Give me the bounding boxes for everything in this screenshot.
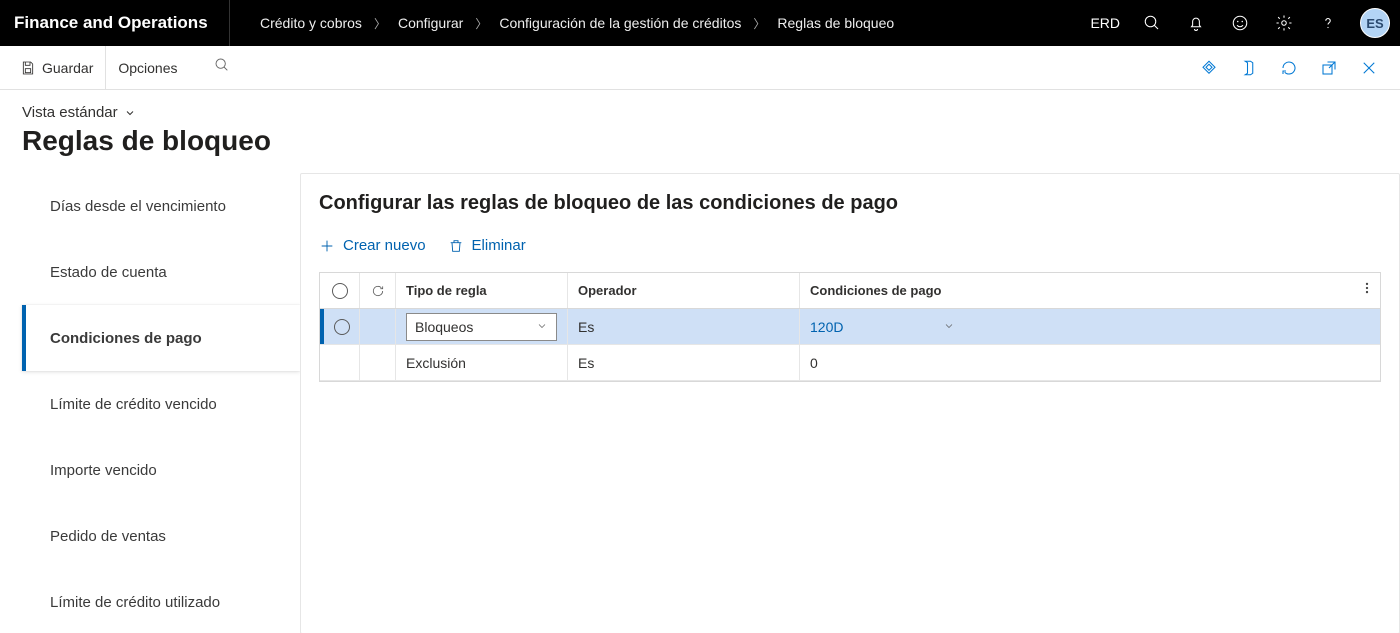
options-label: Opciones — [118, 60, 177, 76]
operador-value: Es — [578, 355, 594, 371]
avatar[interactable]: ES — [1360, 8, 1390, 38]
panel-title: Configurar las reglas de bloqueo de las … — [319, 192, 1381, 215]
sidebar-item-condiciones-pago[interactable]: Condiciones de pago — [22, 305, 300, 371]
cell-condiciones[interactable]: 120D — [800, 309, 1380, 344]
brand-box: Finance and Operations — [0, 0, 230, 46]
notifications-icon[interactable] — [1174, 0, 1218, 46]
tipo-value: Bloqueos — [415, 319, 473, 335]
row-select[interactable] — [324, 345, 360, 380]
title-area: Vista estándar Reglas de bloqueo — [0, 90, 1400, 173]
refresh-icon[interactable] — [1276, 55, 1302, 81]
feedback-icon[interactable] — [1218, 0, 1262, 46]
company-code[interactable]: ERD — [1080, 15, 1130, 31]
sidebar: Días desde el vencimiento Estado de cuen… — [22, 173, 300, 633]
create-new-label: Crear nuevo — [343, 237, 426, 254]
panel-empty-area — [319, 382, 1381, 633]
radio-icon — [332, 283, 348, 299]
row-select[interactable] — [324, 309, 360, 344]
sidebar-item-limite-credito-vencido[interactable]: Límite de crédito vencido — [22, 371, 300, 437]
chevron-down-icon — [536, 319, 548, 335]
row-spacer — [360, 309, 396, 344]
office-icon[interactable] — [1236, 55, 1262, 81]
breadcrumb-item-0[interactable]: Crédito y cobros — [260, 15, 362, 31]
search-icon[interactable] — [1130, 0, 1174, 46]
save-button[interactable]: Guardar — [8, 46, 106, 89]
view-selector[interactable]: Vista estándar — [22, 104, 1378, 121]
row-spacer — [360, 345, 396, 380]
table-header: Tipo de regla Operador Condiciones de pa… — [320, 273, 1380, 309]
brand-label: Finance and Operations — [14, 13, 208, 33]
cell-condiciones[interactable]: 0 — [800, 345, 1380, 380]
panel: Configurar las reglas de bloqueo de las … — [300, 173, 1400, 633]
options-button[interactable]: Opciones — [106, 46, 189, 89]
chevron-right-icon: 〉 — [374, 15, 386, 32]
sidebar-item-dias-vencimiento[interactable]: Días desde el vencimiento — [22, 173, 300, 239]
settings-icon[interactable] — [1262, 0, 1306, 46]
save-label: Guardar — [42, 60, 93, 76]
table-row[interactable]: Exclusión Es 0 — [320, 345, 1380, 381]
delete-button[interactable]: Eliminar — [448, 237, 526, 254]
cell-operador[interactable]: Es — [568, 309, 800, 344]
delete-label: Eliminar — [472, 237, 526, 254]
breadcrumb-item-1[interactable]: Configurar — [398, 15, 463, 31]
breadcrumb-item-3[interactable]: Reglas de bloqueo — [777, 15, 894, 31]
chevron-right-icon: 〉 — [753, 15, 765, 32]
cond-value: 120D — [810, 319, 843, 335]
breadcrumb: Crédito y cobros 〉 Configurar 〉 Configur… — [230, 15, 894, 32]
breadcrumb-item-2[interactable]: Configuración de la gestión de créditos — [499, 15, 741, 31]
help-icon[interactable] — [1306, 0, 1350, 46]
chevron-down-icon — [943, 319, 955, 335]
close-icon[interactable] — [1356, 55, 1382, 81]
actionbar-search-icon[interactable] — [190, 57, 230, 78]
column-header-tipo[interactable]: Tipo de regla — [396, 273, 568, 308]
body-layout: Días desde el vencimiento Estado de cuen… — [0, 173, 1400, 633]
radio-icon — [334, 319, 350, 335]
table-header-menu-icon[interactable] — [1360, 281, 1374, 298]
action-bar: Guardar Opciones — [0, 46, 1400, 90]
tipo-value: Exclusión — [406, 355, 466, 371]
panel-actions: Crear nuevo Eliminar — [319, 237, 1381, 254]
cell-operador[interactable]: Es — [568, 345, 800, 380]
cell-tipo[interactable]: Exclusión — [396, 345, 568, 380]
attach-icon[interactable] — [1196, 55, 1222, 81]
tipo-dropdown[interactable]: Bloqueos — [406, 313, 557, 341]
cell-tipo[interactable]: Bloqueos — [396, 309, 568, 344]
top-right-controls: ERD ES — [1080, 0, 1400, 46]
column-header-operador[interactable]: Operador — [568, 273, 800, 308]
chevron-right-icon: 〉 — [475, 15, 487, 32]
view-label: Vista estándar — [22, 104, 118, 121]
chevron-down-icon — [124, 107, 136, 119]
sidebar-item-limite-credito-utilizado[interactable]: Límite de crédito utilizado — [22, 569, 300, 633]
operador-value: Es — [578, 319, 594, 335]
refresh-column-icon[interactable] — [360, 273, 396, 308]
cond-value: 0 — [810, 355, 818, 371]
column-header-condiciones[interactable]: Condiciones de pago — [800, 273, 1380, 308]
popout-icon[interactable] — [1316, 55, 1342, 81]
top-header: Finance and Operations Crédito y cobros … — [0, 0, 1400, 46]
table-row[interactable]: Bloqueos Es 120D — [320, 309, 1380, 345]
sidebar-item-pedido-ventas[interactable]: Pedido de ventas — [22, 503, 300, 569]
rules-table: Tipo de regla Operador Condiciones de pa… — [319, 272, 1381, 382]
select-all-column[interactable] — [320, 273, 360, 308]
sidebar-item-estado-cuenta[interactable]: Estado de cuenta — [22, 239, 300, 305]
sidebar-item-importe-vencido[interactable]: Importe vencido — [22, 437, 300, 503]
page-title: Reglas de bloqueo — [22, 125, 1378, 157]
create-new-button[interactable]: Crear nuevo — [319, 237, 426, 254]
